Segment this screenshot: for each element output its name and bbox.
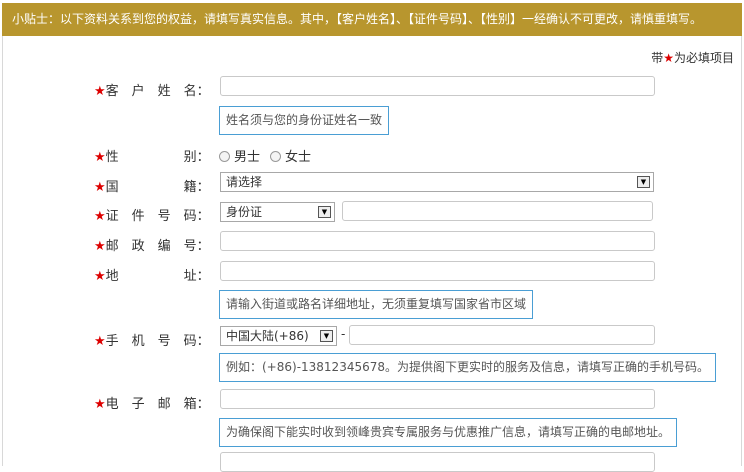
- id-type-select[interactable]: 身份证 ▼: [220, 202, 335, 222]
- required-star-icon: ★: [94, 269, 106, 284]
- required-star-icon: ★: [94, 180, 106, 195]
- id-label: ★证 件 号 码：: [94, 209, 210, 224]
- radio-icon: [270, 151, 281, 162]
- radio-icon: [219, 151, 230, 162]
- gender-label: ★性 别：: [94, 150, 210, 165]
- mobile-label: ★手 机 号 码：: [94, 334, 210, 349]
- gender-male-radio[interactable]: 男士: [219, 146, 260, 165]
- required-star-icon: ★: [94, 239, 106, 254]
- tip-text: 小贴士：以下资料关系到您的权益，请填写真实信息。其中，【客户姓名】、【证件号码】…: [12, 12, 703, 26]
- postcode-label: ★邮 政 编 号：: [94, 239, 210, 254]
- required-star-icon: ★: [94, 150, 106, 165]
- email-label: ★电 子 邮 箱：: [94, 397, 210, 412]
- tip-banner: 小贴士：以下资料关系到您的权益，请填写真实信息。其中，【客户姓名】、【证件号码】…: [2, 3, 742, 36]
- email-input[interactable]: [220, 389, 655, 409]
- mobile-separator: -: [341, 327, 346, 341]
- postcode-input[interactable]: [220, 231, 655, 251]
- address-input[interactable]: [220, 261, 655, 281]
- dropdown-arrow-icon[interactable]: ▼: [320, 330, 333, 342]
- address-hint: 请输入街道或路名详细地址，无须重复填写国家省市区域: [219, 290, 534, 319]
- mobile-hint: 例如：(+86)-13812345678。为提供阁下更实时的服务及信息，请填写正…: [219, 353, 717, 382]
- required-star-icon: ★: [94, 397, 106, 412]
- mobile-number-input[interactable]: [349, 325, 655, 345]
- mobile-country-select[interactable]: 中国大陆(+86) ▼: [220, 326, 337, 346]
- name-hint: 姓名须与您的身份证姓名一致: [219, 106, 390, 135]
- id-number-input[interactable]: [342, 201, 653, 221]
- address-label: ★地 址：: [94, 269, 210, 284]
- required-note: 带★为必填项目: [651, 51, 734, 65]
- required-star-icon: ★: [94, 209, 106, 224]
- nationality-label: ★国 籍：: [94, 180, 210, 195]
- dropdown-arrow-icon[interactable]: ▼: [637, 176, 650, 188]
- dropdown-arrow-icon[interactable]: ▼: [318, 206, 331, 218]
- required-star-icon: ★: [94, 334, 106, 349]
- gender-female-radio[interactable]: 女士: [270, 146, 311, 165]
- email-hint: 为确保阁下能实时收到领峰贵宾专属服务与优惠推广信息，请填写正确的电邮地址。: [219, 418, 678, 447]
- next-field-input[interactable]: [220, 452, 655, 472]
- required-star-icon: ★: [663, 51, 674, 65]
- name-input[interactable]: [220, 76, 655, 96]
- required-star-icon: ★: [94, 84, 106, 99]
- name-label: ★客 户 姓 名：: [94, 84, 210, 99]
- nationality-select[interactable]: 请选择 ▼: [220, 172, 654, 192]
